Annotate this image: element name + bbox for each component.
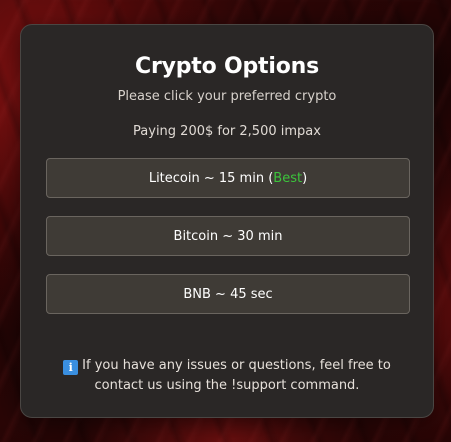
price-text: Paying 200$ for 2,500 impax <box>133 124 321 139</box>
litecoin-option-label: Litecoin ~ 15 min ( <box>148 170 274 186</box>
info-icon: i <box>63 360 79 375</box>
dialog-title: Crypto Options <box>135 54 319 79</box>
bitcoin-option-button[interactable]: Bitcoin ~ 30 min <box>46 216 410 256</box>
bnb-option-button[interactable]: BNB ~ 45 sec <box>46 274 410 314</box>
bitcoin-option-label: Bitcoin ~ 30 min <box>173 228 283 244</box>
support-notice: i If you have any issues or questions, fe… <box>43 356 411 396</box>
litecoin-option-suffix: ) <box>302 170 308 186</box>
crypto-options-dialog: Crypto Options Please click your preferr… <box>20 24 434 418</box>
support-notice-text: If you have any issues or questions, fee… <box>82 358 391 393</box>
bnb-option-label: BNB ~ 45 sec <box>183 286 273 302</box>
dialog-subtitle: Please click your preferred crypto <box>117 89 337 104</box>
best-badge: Best <box>273 170 303 186</box>
litecoin-option-button[interactable]: Litecoin ~ 15 min (Best) <box>46 158 410 198</box>
